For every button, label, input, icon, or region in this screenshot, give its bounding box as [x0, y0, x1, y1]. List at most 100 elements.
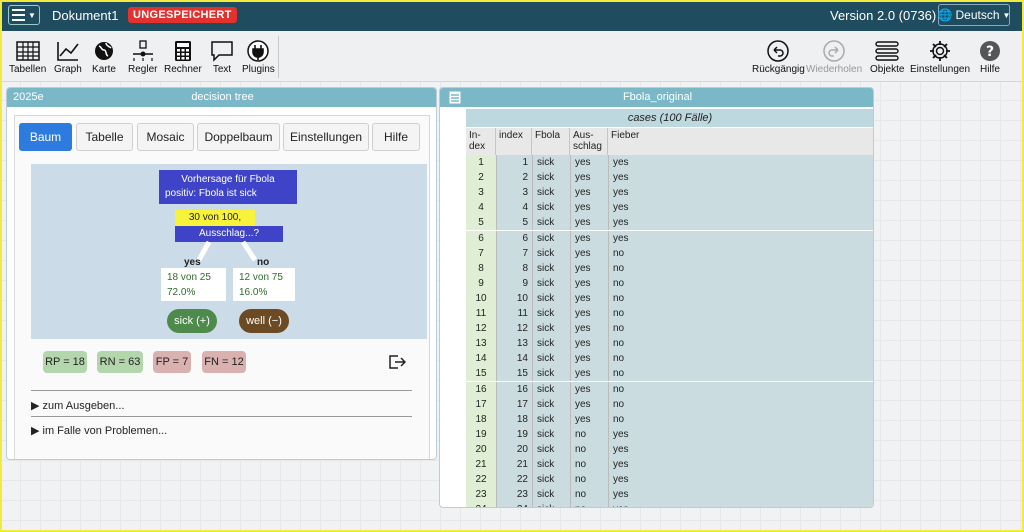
- cell-ausschlag[interactable]: yes: [570, 396, 608, 412]
- no-node[interactable]: 12 von 75 16.0%: [233, 268, 295, 301]
- cell-idx[interactable]: 15: [466, 366, 496, 382]
- table-row[interactable]: 19 19 sick no yes: [466, 426, 873, 442]
- cell-index[interactable]: 15: [496, 366, 532, 382]
- cell-fbola[interactable]: sick: [532, 457, 570, 472]
- cell-fieber[interactable]: no: [608, 260, 873, 276]
- settings-button[interactable]: Einstellungen: [910, 40, 970, 75]
- tab-doppelbaum[interactable]: Doppelbaum: [197, 123, 280, 151]
- cell-ausschlag[interactable]: yes: [570, 260, 608, 276]
- cell-fbola[interactable]: sick: [532, 472, 570, 488]
- cell-index[interactable]: 18: [496, 411, 532, 427]
- cell-fbola[interactable]: sick: [532, 502, 570, 507]
- cell-idx[interactable]: 1: [466, 155, 496, 170]
- cell-idx[interactable]: 17: [466, 396, 496, 412]
- cell-fieber[interactable]: yes: [608, 472, 873, 488]
- table-row[interactable]: 2 2 sick yes yes: [466, 170, 873, 186]
- cell-fbola[interactable]: sick: [532, 260, 570, 276]
- cell-ausschlag[interactable]: yes: [570, 336, 608, 352]
- tool-regler[interactable]: Regler: [128, 40, 157, 75]
- table-row[interactable]: 17 17 sick yes no: [466, 396, 873, 412]
- tab-baum[interactable]: Baum: [19, 123, 72, 151]
- cell-fieber[interactable]: yes: [608, 426, 873, 442]
- col-header-idx[interactable]: In- dex: [466, 128, 496, 155]
- cell-ausschlag[interactable]: yes: [570, 155, 608, 170]
- table-row[interactable]: 12 12 sick yes no: [466, 321, 873, 337]
- table-row[interactable]: 1 1 sick yes yes: [466, 155, 873, 170]
- cell-idx[interactable]: 13: [466, 336, 496, 352]
- cell-index[interactable]: 7: [496, 245, 532, 261]
- table-row[interactable]: 5 5 sick yes yes: [466, 215, 873, 231]
- col-header-index[interactable]: index: [496, 128, 532, 155]
- cell-fieber[interactable]: no: [608, 336, 873, 352]
- cell-index[interactable]: 4: [496, 200, 532, 216]
- cell-fbola[interactable]: sick: [532, 215, 570, 231]
- section-output[interactable]: ▶ zum Ausgeben...: [31, 399, 124, 412]
- cell-index[interactable]: 6: [496, 230, 532, 246]
- table-row[interactable]: 4 4 sick yes yes: [466, 200, 873, 216]
- cell-ausschlag[interactable]: no: [570, 487, 608, 503]
- cell-fieber[interactable]: no: [608, 321, 873, 337]
- table-row[interactable]: 8 8 sick yes no: [466, 260, 873, 276]
- cell-idx[interactable]: 19: [466, 426, 496, 442]
- cell-fbola[interactable]: sick: [532, 487, 570, 503]
- tool-rechner[interactable]: Rechner: [164, 40, 202, 75]
- cell-fbola[interactable]: sick: [532, 411, 570, 427]
- col-header-fieber[interactable]: Fieber: [608, 128, 873, 155]
- cell-index[interactable]: 20: [496, 441, 532, 457]
- cell-ausschlag[interactable]: no: [570, 441, 608, 457]
- cell-fieber[interactable]: yes: [608, 155, 873, 170]
- redo-button[interactable]: Wiederholen: [806, 40, 862, 75]
- cell-fieber[interactable]: no: [608, 306, 873, 321]
- cell-ausschlag[interactable]: yes: [570, 185, 608, 201]
- cell-idx[interactable]: 7: [466, 245, 496, 261]
- cell-fbola[interactable]: sick: [532, 306, 570, 321]
- cell-index[interactable]: 1: [496, 155, 532, 170]
- cell-fbola[interactable]: sick: [532, 230, 570, 246]
- cell-idx[interactable]: 10: [466, 290, 496, 306]
- cell-fbola[interactable]: sick: [532, 155, 570, 170]
- col-header-ausschlag[interactable]: Aus- schlag: [570, 128, 608, 155]
- cell-idx[interactable]: 2: [466, 170, 496, 186]
- cell-index[interactable]: 8: [496, 260, 532, 276]
- cell-fbola[interactable]: sick: [532, 170, 570, 186]
- table-row[interactable]: 22 22 sick no yes: [466, 472, 873, 488]
- cell-index[interactable]: 21: [496, 457, 532, 472]
- cell-fieber[interactable]: no: [608, 290, 873, 306]
- cell-fieber[interactable]: no: [608, 275, 873, 291]
- yes-node[interactable]: 18 von 25 72.0%: [161, 268, 226, 301]
- cell-ausschlag[interactable]: yes: [570, 170, 608, 186]
- cell-fbola[interactable]: sick: [532, 366, 570, 382]
- cell-index[interactable]: 23: [496, 487, 532, 503]
- language-select[interactable]: 🌐 Deutsch ▼: [938, 4, 1010, 26]
- cell-fbola[interactable]: sick: [532, 426, 570, 442]
- cell-fbola[interactable]: sick: [532, 275, 570, 291]
- table-row[interactable]: 6 6 sick yes yes: [466, 230, 873, 246]
- cell-index[interactable]: 10: [496, 290, 532, 306]
- table-row[interactable]: 11 11 sick yes no: [466, 306, 873, 321]
- table-row[interactable]: 3 3 sick yes yes: [466, 185, 873, 201]
- cell-idx[interactable]: 20: [466, 441, 496, 457]
- cell-fieber[interactable]: no: [608, 381, 873, 397]
- table-row[interactable]: 13 13 sick yes no: [466, 336, 873, 352]
- cell-fieber[interactable]: yes: [608, 215, 873, 231]
- cell-index[interactable]: 24: [496, 502, 532, 507]
- undo-button[interactable]: Rückgängig: [752, 40, 805, 75]
- cell-fieber[interactable]: yes: [608, 487, 873, 503]
- table-row[interactable]: 21 21 sick no yes: [466, 457, 873, 472]
- cell-idx[interactable]: 6: [466, 230, 496, 246]
- cell-fieber[interactable]: no: [608, 245, 873, 261]
- cell-ausschlag[interactable]: yes: [570, 275, 608, 291]
- table-row[interactable]: 9 9 sick yes no: [466, 275, 873, 291]
- table-row[interactable]: 16 16 sick yes no: [466, 381, 873, 397]
- table-row[interactable]: 2424sicknoyes: [466, 502, 873, 507]
- cell-idx[interactable]: 14: [466, 351, 496, 367]
- cell-index[interactable]: 19: [496, 426, 532, 442]
- panel-header[interactable]: Fbola_original: [440, 88, 873, 107]
- cell-ausschlag[interactable]: yes: [570, 321, 608, 337]
- cell-index[interactable]: 16: [496, 381, 532, 397]
- cell-fbola[interactable]: sick: [532, 336, 570, 352]
- cell-fieber[interactable]: yes: [608, 185, 873, 201]
- cell-ausschlag[interactable]: yes: [570, 215, 608, 231]
- document-title[interactable]: Dokument1: [52, 8, 118, 23]
- cell-ausschlag[interactable]: yes: [570, 411, 608, 427]
